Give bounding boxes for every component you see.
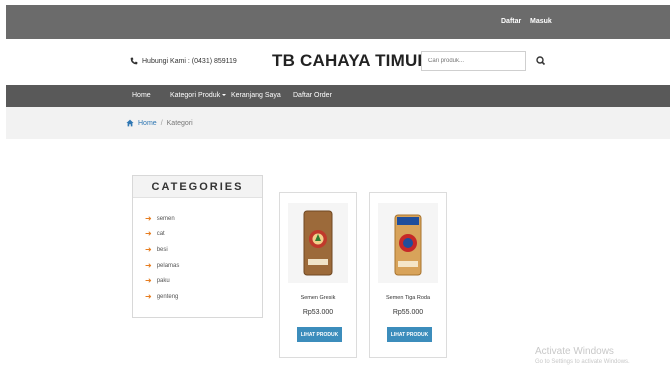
search-icon: [536, 56, 546, 66]
watermark-subtitle: Go to Settings to activate Windows.: [535, 359, 630, 365]
search-input[interactable]: [421, 51, 526, 71]
arrow-right-icon: ➜: [145, 213, 152, 223]
product-price: Rp53.000: [302, 309, 334, 316]
register-link[interactable]: Daftar: [501, 18, 521, 25]
category-item[interactable]: ➜ cat: [145, 227, 262, 243]
breadcrumb: Home / Kategori: [6, 107, 670, 139]
brand-title[interactable]: TB CAHAYA TIMUR: [272, 51, 430, 71]
arrow-right-icon: ➜: [145, 229, 152, 239]
login-link[interactable]: Masuk: [530, 18, 552, 25]
phone-icon: [130, 57, 138, 65]
category-item[interactable]: ➜ semen: [145, 211, 262, 227]
nav-home[interactable]: Home: [132, 92, 151, 99]
header: Hubungi Kami : (0431) 859119 TB CAHAYA T…: [0, 39, 670, 85]
product-card: Semen Gresik Rp53.000 LIHAT PRODUK: [279, 192, 357, 358]
product-card: Semen Tiga Roda Rp55.000 LIHAT PRODUK: [369, 192, 447, 358]
view-product-button[interactable]: LIHAT PRODUK: [297, 327, 342, 342]
category-label: cat: [156, 231, 165, 238]
categories-list: ➜ semen ➜ cat ➜ besi ➜ pelamas ➜ paku ➜ genten…: [133, 198, 262, 305]
breadcrumb-home-link[interactable]: Home: [138, 120, 157, 127]
search-button[interactable]: [533, 53, 549, 69]
nav-keranjang[interactable]: Keranjang Saya: [231, 92, 281, 99]
home-icon: [126, 119, 134, 127]
category-label: paku: [156, 278, 170, 285]
product-image[interactable]: [378, 203, 438, 283]
product-name: Semen Gresik: [300, 295, 336, 301]
top-bar: Daftar Masuk: [6, 5, 670, 39]
nav-daftar-order[interactable]: Daftar Order: [293, 92, 332, 99]
caret-down-icon: [222, 94, 227, 97]
category-label: besi: [156, 246, 168, 253]
breadcrumb-trail: Home / Kategori: [126, 119, 193, 127]
product-price: Rp55.000: [392, 309, 424, 316]
product-image[interactable]: [288, 203, 348, 283]
nav-kategori-produk[interactable]: Kategori Produk: [170, 92, 227, 99]
arrow-right-icon: ➜: [145, 276, 152, 286]
contact-info: Hubungi Kami : (0431) 859119: [130, 57, 237, 65]
category-item[interactable]: ➜ besi: [145, 242, 262, 258]
categories-title: CATEGORIES: [133, 176, 262, 198]
product-name: Semen Tiga Roda: [385, 295, 431, 301]
view-product-button[interactable]: LIHAT PRODUK: [387, 327, 432, 342]
cement-bag-image: [303, 210, 333, 276]
nav-kategori-label: Kategori Produk: [170, 92, 221, 99]
main-navbar: Home Kategori Produk Keranjang Saya Daft…: [6, 85, 670, 107]
category-item[interactable]: ➜ pelamas: [145, 258, 262, 274]
cement-bag-image: [394, 214, 422, 276]
category-label: pelamas: [156, 262, 180, 269]
breadcrumb-separator: /: [160, 119, 163, 127]
windows-activation-watermark: Activate Windows Go to Settings to activ…: [535, 346, 630, 365]
arrow-right-icon: ➜: [145, 260, 152, 270]
arrow-right-icon: ➜: [145, 291, 152, 301]
category-label: genteng: [156, 293, 179, 300]
category-item[interactable]: ➜ paku: [145, 273, 262, 289]
arrow-right-icon: ➜: [145, 244, 152, 254]
category-item[interactable]: ➜ genteng: [145, 289, 262, 305]
categories-panel: CATEGORIES ➜ semen ➜ cat ➜ besi ➜ pelamas ➜ p…: [132, 175, 263, 318]
category-label: semen: [156, 215, 175, 222]
contact-phone-text: Hubungi Kami : (0431) 859119: [142, 57, 237, 65]
breadcrumb-current: Kategori: [166, 119, 193, 127]
watermark-title: Activate Windows: [535, 346, 614, 357]
